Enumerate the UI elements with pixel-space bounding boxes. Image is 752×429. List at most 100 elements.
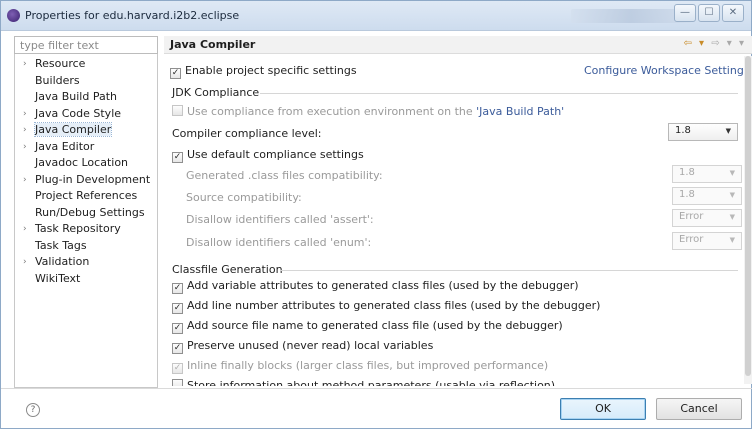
tree-item[interactable]: WikiText xyxy=(15,271,157,288)
classfile-option-label: Add source file name to generated class … xyxy=(187,319,563,332)
generated-select[interactable]: 1.8 ▼ xyxy=(672,165,742,183)
tree-item-label: Java Editor xyxy=(35,139,95,153)
generated-value: 1.8 xyxy=(679,167,695,178)
classfile-option-checkbox[interactable]: ✓ xyxy=(172,363,183,374)
tree-item[interactable]: Project References xyxy=(15,188,157,205)
classfile-option-label: Add line number attributes to generated … xyxy=(187,299,601,312)
tree-item-label: Java Build Path xyxy=(35,90,118,103)
property-tree: › Resource Builders Java Build Path › Java Co… xyxy=(15,56,157,287)
tree-item[interactable]: Run/Debug Settings xyxy=(15,205,157,222)
use-default-checkbox[interactable]: ✓ xyxy=(172,152,183,163)
use-compliance-label: Use compliance from execution environmen… xyxy=(187,105,477,118)
chevron-down-icon: ▼ xyxy=(729,169,735,177)
title-bar-blur xyxy=(571,9,691,23)
tree-item[interactable]: › Resource xyxy=(15,56,157,73)
java-build-path-link[interactable]: 'Java Build Path' xyxy=(476,105,564,118)
filter-input[interactable] xyxy=(14,36,158,54)
classfile-option-checkbox[interactable]: ✓ xyxy=(172,303,183,314)
tree-item-label: Plug-in Development xyxy=(35,172,151,186)
classfile-option[interactable]: ✓ Add source file name to generated class… xyxy=(172,319,563,334)
tree-item[interactable]: Builders xyxy=(15,73,157,90)
enum-select[interactable]: Error ▼ xyxy=(672,232,742,250)
expand-arrow-icon[interactable]: › xyxy=(23,122,27,138)
tree-item-label: Builders xyxy=(35,73,80,87)
footer-divider xyxy=(1,388,752,389)
use-compliance-row[interactable]: Use compliance from execution environmen… xyxy=(172,105,564,118)
tree-item-label: Resource xyxy=(35,57,86,70)
classfile-option[interactable]: ✓ Add variable attributes to generated cl… xyxy=(172,279,579,294)
enable-specific-row[interactable]: ✓ Enable project specific settings xyxy=(170,64,357,79)
classfile-option-checkbox[interactable]: ✓ xyxy=(172,283,183,294)
tree-item[interactable]: Java Build Path xyxy=(15,89,157,106)
expand-arrow-icon[interactable]: › xyxy=(23,139,27,155)
minimize-button[interactable]: — xyxy=(674,4,696,22)
classfile-option-label: Store information about method parameter… xyxy=(187,379,556,386)
jdk-group-line xyxy=(260,93,738,94)
history-nav: ⇦ ▾ ⇨ ▾ ▾ xyxy=(683,38,746,49)
tree-item-label: WikiText xyxy=(35,271,81,285)
properties-dialog: Properties for edu.harvard.i2b2.eclipse … xyxy=(0,0,752,429)
classfile-group-title: Classfile Generation xyxy=(172,263,283,276)
use-compliance-checkbox[interactable] xyxy=(172,105,183,116)
tree-item[interactable]: Javadoc Location xyxy=(15,155,157,172)
tree-item[interactable]: › Validation xyxy=(15,254,157,271)
window-title: Properties for edu.harvard.i2b2.eclipse xyxy=(25,9,240,22)
tree-item[interactable]: Task Tags xyxy=(15,238,157,255)
compiler-settings: ✓ Enable project specific settings Config… xyxy=(164,56,744,386)
tree-item-label: Java Code Style xyxy=(35,106,122,120)
classfile-option-checkbox[interactable] xyxy=(172,379,183,386)
tree-item-label: Task Repository xyxy=(35,222,121,235)
enable-specific-label: Enable project specific settings xyxy=(185,64,357,77)
tree-item[interactable]: › Java Code Style xyxy=(15,106,157,123)
expand-arrow-icon[interactable]: › xyxy=(23,221,27,237)
cancel-button[interactable]: Cancel xyxy=(656,398,742,420)
ok-button[interactable]: OK xyxy=(560,398,646,420)
classfile-group-line xyxy=(280,270,738,271)
content-scrollbar[interactable] xyxy=(744,56,752,384)
expand-arrow-icon[interactable]: › xyxy=(23,106,27,122)
source-label: Source compatibility: xyxy=(186,191,302,204)
source-select[interactable]: 1.8 ▼ xyxy=(672,187,742,205)
tree-item[interactable]: › Java Compiler xyxy=(15,122,157,139)
help-icon[interactable]: ? xyxy=(26,403,40,417)
classfile-option-label: Inline finally blocks (larger class file… xyxy=(187,359,549,372)
chevron-down-icon: ▼ xyxy=(725,127,731,135)
scrollbar-thumb[interactable] xyxy=(745,56,751,376)
maximize-button[interactable]: ☐ xyxy=(698,4,720,22)
tree-item[interactable]: › Task Repository xyxy=(15,221,157,238)
tree-item[interactable]: › Java Editor xyxy=(15,139,157,156)
use-default-row[interactable]: ✓ Use default compliance settings xyxy=(172,148,364,163)
classfile-option-checkbox[interactable]: ✓ xyxy=(172,323,183,334)
page-title: Java Compiler xyxy=(170,38,256,51)
expand-arrow-icon[interactable]: › xyxy=(23,172,27,188)
back-icon[interactable]: ⇦ ▾ xyxy=(683,38,706,49)
compliance-level-value: 1.8 xyxy=(675,125,691,136)
classfile-option-label: Add variable attributes to generated cla… xyxy=(187,279,579,292)
tree-item-label: Validation xyxy=(35,255,90,268)
enable-specific-checkbox[interactable]: ✓ xyxy=(170,68,181,79)
assert-label: Disallow identifiers called 'assert': xyxy=(186,213,374,226)
expand-arrow-icon[interactable]: › xyxy=(23,254,27,270)
classfile-option-checkbox[interactable]: ✓ xyxy=(172,343,183,354)
classfile-option[interactable]: ✓ Inline finally blocks (larger class fil… xyxy=(172,359,548,374)
forward-icon[interactable]: ⇨ ▾ xyxy=(711,38,734,49)
page-header: Java Compiler ⇦ ▾ ⇨ ▾ ▾ xyxy=(164,36,752,54)
compliance-level-select[interactable]: 1.8 ▼ xyxy=(668,123,738,141)
tree-item-label: Javadoc Location xyxy=(35,156,129,169)
tree-item-label: Task Tags xyxy=(35,238,87,252)
source-value: 1.8 xyxy=(679,189,695,200)
classfile-option[interactable]: ✓ Add line number attributes to generated… xyxy=(172,299,600,314)
tree-item-label: Java Compiler xyxy=(33,122,113,137)
assert-value: Error xyxy=(679,211,704,222)
tree-item-label: Project References xyxy=(35,189,138,202)
expand-arrow-icon[interactable]: › xyxy=(23,56,27,72)
classfile-option[interactable]: ✓ Preserve unused (never read) local vari… xyxy=(172,339,433,354)
configure-workspace-link[interactable]: Configure Workspace Settings... xyxy=(584,64,744,77)
menu-icon[interactable]: ▾ xyxy=(739,38,746,49)
close-button[interactable]: ✕ xyxy=(722,4,744,22)
chevron-down-icon: ▼ xyxy=(729,236,735,244)
compliance-level-label: Compiler compliance level: xyxy=(172,127,322,140)
tree-item[interactable]: › Plug-in Development xyxy=(15,172,157,189)
classfile-option[interactable]: Store information about method parameter… xyxy=(172,379,555,386)
assert-select[interactable]: Error ▼ xyxy=(672,209,742,227)
